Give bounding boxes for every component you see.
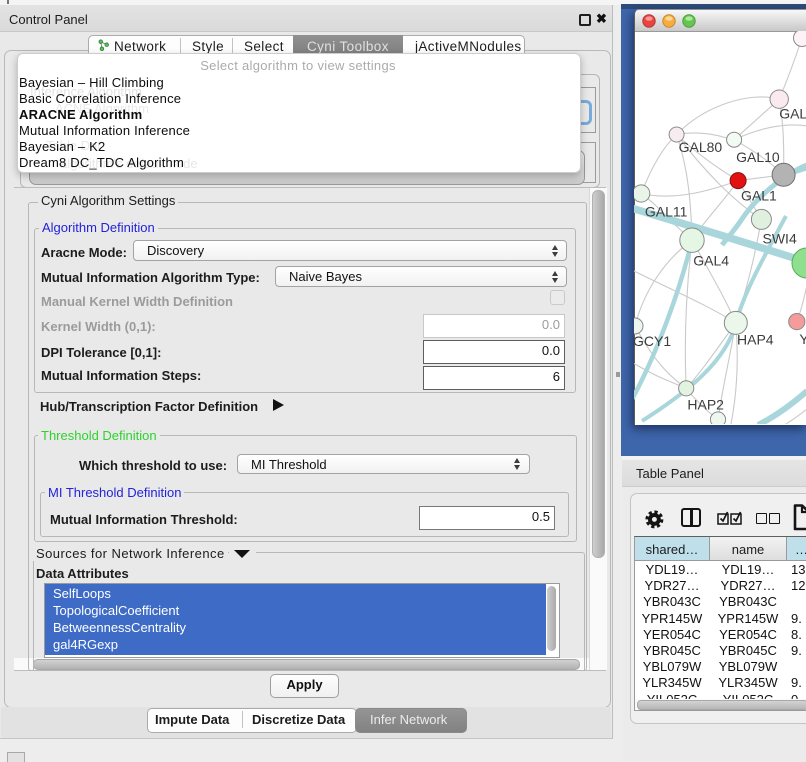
svg-text:SWI4: SWI4	[763, 231, 797, 247]
svg-text:GAL4: GAL4	[693, 253, 729, 269]
svg-text:GAL7: GAL7	[779, 106, 806, 122]
svg-text:GAL1: GAL1	[741, 188, 777, 204]
svg-text:HAP2: HAP2	[687, 396, 724, 412]
svg-text:GAL80: GAL80	[679, 139, 723, 155]
svg-text:GAL11: GAL11	[645, 204, 688, 220]
svg-text:HAP4: HAP4	[737, 332, 774, 348]
svg-text:GAL10: GAL10	[736, 149, 780, 165]
svg-text:YE: YE	[799, 331, 806, 347]
svg-text:GCY1: GCY1	[634, 333, 671, 349]
